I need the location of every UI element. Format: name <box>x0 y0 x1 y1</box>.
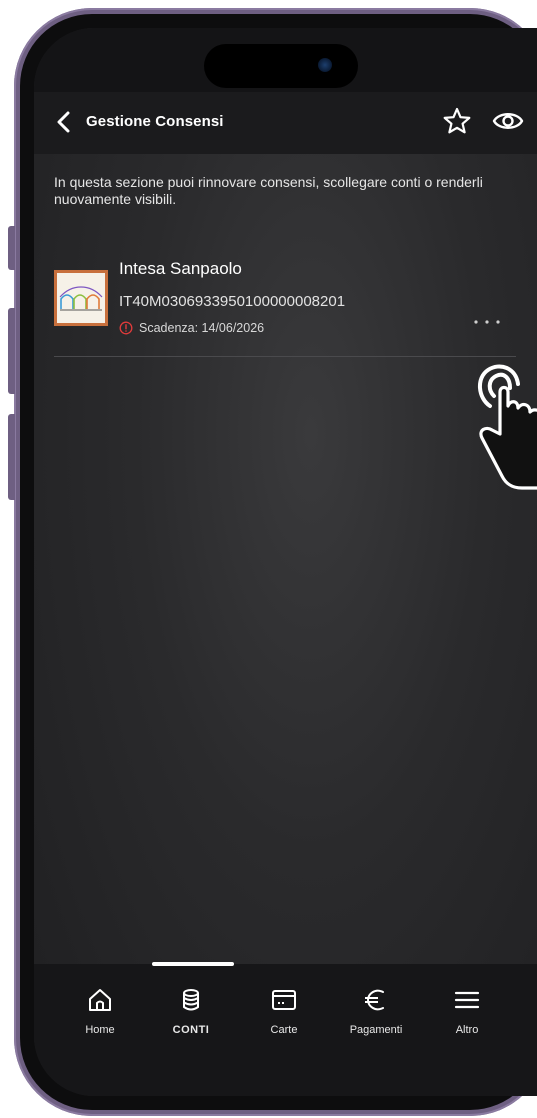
tab-altro[interactable]: Altro <box>427 986 507 1036</box>
app-screen: Gestione Consensi In questa sezione puoi… <box>34 28 537 1096</box>
intesa-sanpaolo-logo <box>54 270 108 326</box>
page-title: Gestione Consensi <box>86 113 224 130</box>
menu-icon <box>454 991 480 1009</box>
star-icon[interactable] <box>442 106 472 136</box>
tab-label: Home <box>85 1024 115 1036</box>
home-icon <box>89 989 111 1011</box>
row-divider <box>54 356 516 357</box>
tab-label: Carte <box>270 1024 298 1036</box>
tab-carte[interactable]: Carte <box>244 986 324 1036</box>
account-item[interactable]: Intesa Sanpaolo IT40M0306933950100000008… <box>54 256 516 356</box>
eye-icon[interactable] <box>492 108 524 134</box>
tab-conti[interactable]: CONTI <box>151 986 231 1036</box>
bank-name: Intesa Sanpaolo <box>119 259 242 278</box>
tab-pagamenti[interactable]: Pagamenti <box>336 986 416 1036</box>
tab-label: Pagamenti <box>349 1024 403 1036</box>
dynamic-island <box>204 44 358 88</box>
tap-hand-icon <box>478 364 537 490</box>
status-bar <box>34 28 537 92</box>
camera-icon <box>318 58 332 72</box>
active-tab-indicator <box>152 962 234 966</box>
card-icon <box>272 990 296 1010</box>
tab-home[interactable]: Home <box>60 986 140 1036</box>
tab-label: Altro <box>455 1024 479 1036</box>
volume-up-button <box>8 308 15 394</box>
database-icon <box>183 989 199 1011</box>
mute-switch <box>8 226 15 270</box>
bridge-icon <box>59 286 103 311</box>
volume-down-button <box>8 414 15 500</box>
intro-text: In questa sezione puoi rinnovare consens… <box>54 174 483 207</box>
expiry-date: Scadenza: 14/06/2026 <box>139 321 265 335</box>
more-horizontal-icon[interactable] <box>472 318 502 326</box>
tab-label: CONTI <box>172 1024 210 1036</box>
euro-icon <box>365 989 384 1011</box>
iban-number: IT40M0306933950100000008201 <box>119 293 346 310</box>
chevron-left-icon[interactable] <box>54 110 74 134</box>
app-header: Gestione Consensi <box>34 92 537 154</box>
alert-circle-icon <box>119 321 133 335</box>
